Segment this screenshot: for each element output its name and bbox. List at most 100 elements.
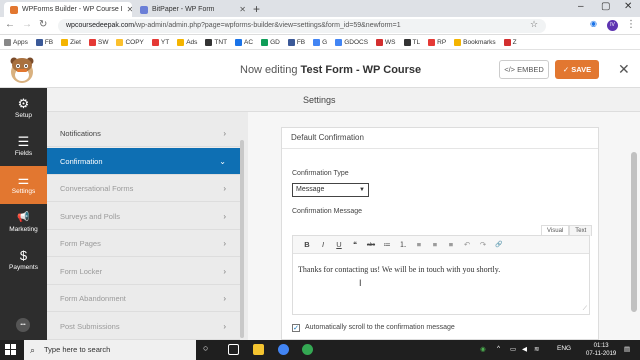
panel-item-form-abandonment[interactable]: Form Abandonment › — [47, 285, 240, 312]
bookmark-favicon-icon — [4, 38, 11, 46]
more-options-icon[interactable]: ••• — [16, 318, 30, 332]
bookmark-item[interactable]: WS — [376, 38, 396, 46]
wifi-icon[interactable]: ≋ — [534, 345, 539, 353]
file-explorer-icon[interactable] — [253, 344, 264, 355]
tab-wpforms-builder[interactable]: WPForms Builder - WP Course I ✕ — [4, 2, 132, 17]
browser-menu-icon[interactable]: ⋮ — [626, 19, 636, 30]
bookmark-item[interactable]: Ziet — [61, 38, 81, 46]
bookmark-item[interactable]: COPY — [116, 38, 144, 46]
bookmark-item[interactable]: Bookmarks — [454, 38, 496, 46]
bookmark-item[interactable]: SW — [88, 38, 108, 46]
confirmation-type-select[interactable]: Message ▼ — [292, 183, 369, 197]
numbered-list-icon[interactable]: ⒈ — [395, 239, 411, 250]
language-indicator[interactable]: ENG — [557, 345, 571, 352]
align-center-icon[interactable]: ≡ — [427, 240, 443, 249]
close-tab-icon[interactable]: ✕ — [123, 5, 132, 14]
sliders-icon: ⚌ — [17, 172, 30, 187]
italic-icon[interactable]: I — [315, 240, 331, 249]
bookmark-favicon-icon — [116, 38, 124, 46]
save-button[interactable]: ✓ SAVE — [555, 60, 599, 79]
underline-icon[interactable]: U — [331, 240, 347, 249]
panel-item-confirmation[interactable]: Confirmation ⌄ — [47, 148, 240, 175]
new-tab-icon[interactable]: + — [253, 2, 260, 16]
bookmark-item[interactable]: GD — [261, 38, 280, 46]
close-builder-icon[interactable]: ✕ — [618, 61, 630, 78]
message-editor[interactable]: B I U ❝ abc ≔ ⒈ ≡ ≡ ≡ ↶ ↷ 🔗 Thanks for c… — [292, 235, 590, 315]
profile-avatar[interactable]: IV — [607, 20, 618, 31]
align-right-icon[interactable]: ≡ — [443, 240, 459, 249]
bookmark-item[interactable]: AC — [235, 38, 253, 46]
panel-scrollbar[interactable] — [240, 140, 244, 338]
panel-item-post-submissions[interactable]: Post Submissions › — [47, 313, 240, 340]
notifications-icon[interactable]: ▤ — [624, 345, 630, 353]
panel-item-form-pages[interactable]: Form Pages › — [47, 230, 240, 257]
bookmark-favicon-icon — [61, 38, 69, 46]
sidenav-marketing[interactable]: 📢 Marketing — [0, 204, 47, 242]
maximize-icon[interactable]: ▢ — [601, 1, 610, 12]
default-confirmation-card: Default Confirmation Confirmation Type M… — [281, 127, 599, 340]
search-icon: ⌕ — [30, 345, 36, 355]
chrome-icon[interactable] — [278, 344, 289, 355]
tab-bitpaper[interactable]: BitPaper - WP Form ✕ — [134, 2, 252, 17]
panel-item-conversational-forms[interactable]: Conversational Forms › — [47, 175, 240, 202]
bookmark-favicon-icon — [313, 38, 321, 46]
chrome-profile-icon[interactable] — [302, 344, 313, 355]
minimize-icon[interactable]: – — [578, 1, 584, 12]
security-tray-icon[interactable]: ◉ — [480, 345, 486, 353]
bookmark-item[interactable]: Apps — [4, 38, 28, 46]
panel-item-notifications[interactable]: Notifications › — [47, 120, 240, 147]
card-divider — [282, 148, 598, 149]
sidenav-setup[interactable]: ⚙ Setup — [0, 90, 47, 128]
tab-title: WPForms Builder - WP Course I — [22, 6, 123, 13]
url-field[interactable]: wpcoursedeepak.com/wp-admin/admin.php?pa… — [58, 19, 546, 33]
windows-start-icon[interactable] — [5, 344, 16, 355]
bookmark-item[interactable]: FB — [287, 38, 305, 46]
resize-handle-icon[interactable]: ⟋ — [583, 306, 587, 313]
sidenav-payments[interactable]: $ Payments — [0, 242, 47, 280]
back-icon[interactable]: ← — [5, 19, 15, 30]
window-close-icon[interactable]: ✕ — [624, 1, 632, 12]
blockquote-icon[interactable]: ❝ — [347, 240, 363, 249]
bookmark-item[interactable]: GDOCS — [335, 38, 368, 46]
autoscroll-checkbox[interactable]: ✓ — [292, 324, 300, 332]
bookmark-item[interactable]: Ads — [177, 38, 197, 46]
bookmark-item[interactable]: G — [313, 38, 327, 46]
forward-icon[interactable]: → — [22, 19, 32, 30]
redo-icon[interactable]: ↷ — [475, 240, 491, 249]
chevron-right-icon: › — [223, 239, 226, 248]
cortana-icon[interactable]: ○ — [203, 343, 208, 353]
bookmark-item[interactable]: Z — [503, 38, 517, 46]
link-icon[interactable]: 🔗 — [491, 241, 507, 248]
taskbar-clock[interactable]: 01:13 07-11-2019 — [586, 342, 616, 358]
bullet-list-icon[interactable]: ≔ — [379, 240, 395, 249]
bookmark-item[interactable]: FB — [35, 38, 53, 46]
url-host: wpcoursedeepak.com — [66, 22, 135, 29]
bookmark-label: GD — [270, 38, 280, 46]
bold-icon[interactable]: B — [299, 240, 315, 249]
extension-icon[interactable]: ◉ — [590, 19, 597, 28]
bookmark-star-icon[interactable]: ☆ — [530, 19, 538, 30]
undo-icon[interactable]: ↶ — [459, 240, 475, 249]
strikethrough-icon[interactable]: abc — [363, 242, 379, 248]
close-tab-icon[interactable]: ✕ — [235, 5, 246, 14]
panel-item-surveys-and-polls[interactable]: Surveys and Polls › — [47, 203, 240, 230]
volume-icon[interactable]: ◀ — [522, 345, 527, 353]
bookmark-item[interactable]: TNT — [205, 38, 227, 46]
bookmark-favicon-icon — [235, 38, 243, 46]
sidenav-settings[interactable]: ⚌ Settings — [0, 166, 47, 204]
content-scrollbar[interactable] — [631, 152, 637, 312]
bookmark-item[interactable]: TL — [403, 38, 420, 46]
sidenav-fields[interactable]: ☰ Fields — [0, 128, 47, 166]
taskbar-search[interactable]: ⌕ Type here to search — [24, 340, 196, 360]
embed-button[interactable]: </> EMBED — [499, 60, 549, 79]
align-left-icon[interactable]: ≡ — [411, 240, 427, 249]
network-icon[interactable]: ▭ — [510, 345, 516, 353]
tray-overflow-icon[interactable]: ^ — [497, 345, 500, 352]
panel-item-form-locker[interactable]: Form Locker › — [47, 258, 240, 285]
reload-icon[interactable]: ↻ — [39, 19, 47, 30]
bookmark-item[interactable]: RP — [428, 38, 446, 46]
url-path: /wp-admin/admin.php?page=wpforms-builder… — [134, 22, 401, 29]
bookmark-item[interactable]: YT — [151, 38, 169, 46]
message-text[interactable]: Thanks for contacting us! We will be in … — [298, 265, 500, 274]
task-view-icon[interactable] — [228, 344, 239, 355]
